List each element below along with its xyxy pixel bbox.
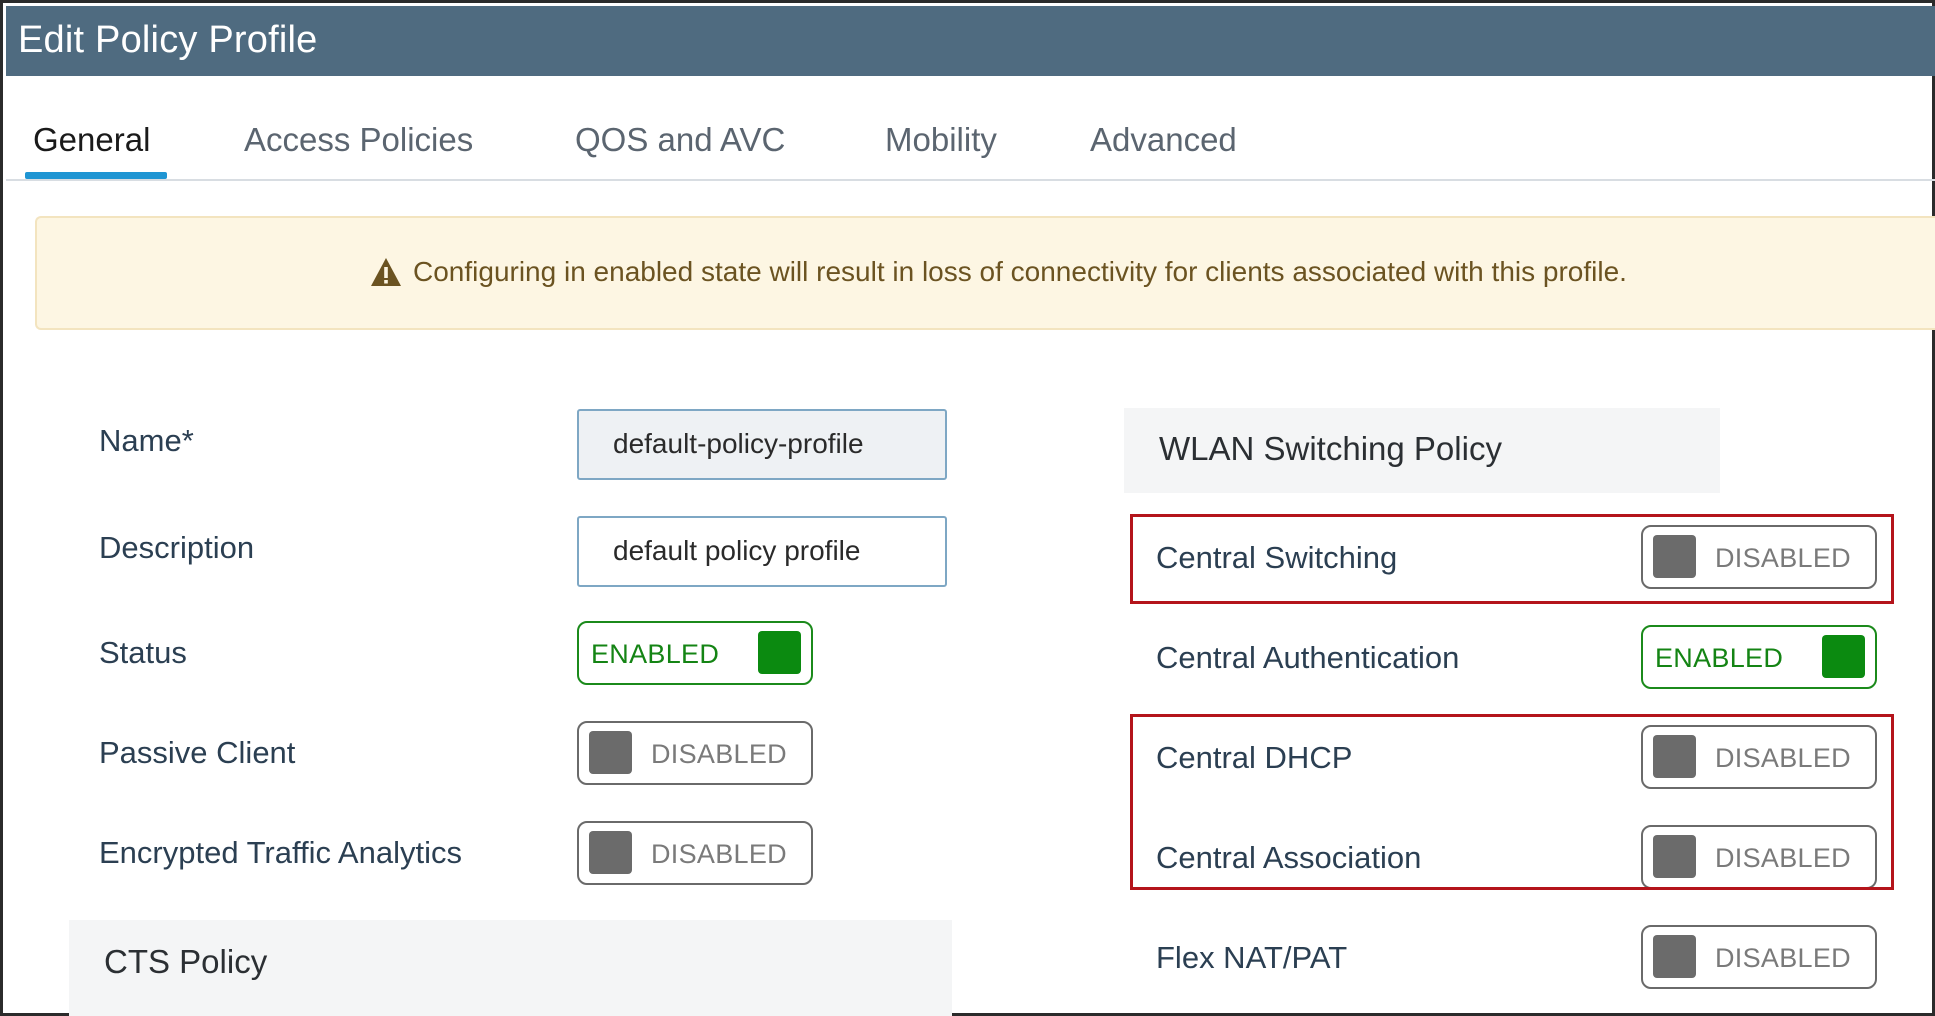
toggle-knob bbox=[1822, 635, 1865, 678]
status-label: Status bbox=[99, 635, 187, 670]
highlight-box-central-switching bbox=[1130, 514, 1894, 604]
central-authentication-toggle[interactable]: ENABLED bbox=[1641, 625, 1877, 689]
alert-message: Configuring in enabled state will result… bbox=[413, 256, 1627, 287]
flex-nat-pat-label: Flex NAT/PAT bbox=[1156, 940, 1348, 975]
wlan-switching-section-header: WLAN Switching Policy bbox=[1124, 408, 1720, 493]
passive-client-label: Passive Client bbox=[99, 735, 296, 770]
toggle-state-text: ENABLED bbox=[1655, 643, 1784, 673]
toggle-state-text: DISABLED bbox=[1715, 943, 1851, 973]
status-toggle[interactable]: ENABLED bbox=[577, 621, 813, 685]
tab-access-policies[interactable]: Access Policies bbox=[244, 121, 473, 159]
warning-triangle-icon bbox=[371, 258, 401, 286]
highlight-box-central-dhcp-association bbox=[1130, 714, 1894, 890]
toggle-knob bbox=[1653, 935, 1696, 978]
tab-qos-and-avc[interactable]: QOS and AVC bbox=[575, 121, 785, 159]
tab-advanced[interactable]: Advanced bbox=[1090, 121, 1237, 159]
toggle-state-text: ENABLED bbox=[591, 639, 720, 669]
warning-alert: Configuring in enabled state will result… bbox=[35, 216, 1935, 330]
toggle-knob bbox=[589, 831, 632, 874]
tab-bar: General Access Policies QOS and AVC Mobi… bbox=[6, 103, 1935, 181]
toggle-knob bbox=[589, 731, 632, 774]
eta-label: Encrypted Traffic Analytics bbox=[99, 835, 462, 870]
tab-mobility[interactable]: Mobility bbox=[885, 121, 997, 159]
cts-policy-section-header: CTS Policy bbox=[69, 920, 952, 1016]
flex-nat-pat-toggle[interactable]: DISABLED bbox=[1641, 925, 1877, 989]
dialog-title: Edit Policy Profile bbox=[18, 19, 318, 61]
eta-toggle[interactable]: DISABLED bbox=[577, 821, 813, 885]
passive-client-toggle[interactable]: DISABLED bbox=[577, 721, 813, 785]
central-authentication-label: Central Authentication bbox=[1156, 640, 1460, 675]
wlan-switching-heading: WLAN Switching Policy bbox=[1159, 430, 1502, 467]
toggle-state-text: DISABLED bbox=[651, 839, 787, 869]
cts-policy-heading: CTS Policy bbox=[104, 943, 268, 980]
toggle-state-text: DISABLED bbox=[651, 739, 787, 769]
name-label: Name* bbox=[99, 423, 194, 458]
tab-general[interactable]: General bbox=[33, 121, 150, 159]
active-tab-indicator bbox=[25, 172, 167, 179]
toggle-knob bbox=[758, 631, 801, 674]
description-field[interactable]: default policy profile bbox=[577, 516, 947, 587]
dialog-title-bar: Edit Policy Profile bbox=[6, 6, 1935, 76]
edit-policy-profile-dialog: Edit Policy Profile General Access Polic… bbox=[0, 0, 1935, 1016]
name-field[interactable]: default-policy-profile bbox=[577, 409, 947, 480]
description-label: Description bbox=[99, 530, 255, 565]
